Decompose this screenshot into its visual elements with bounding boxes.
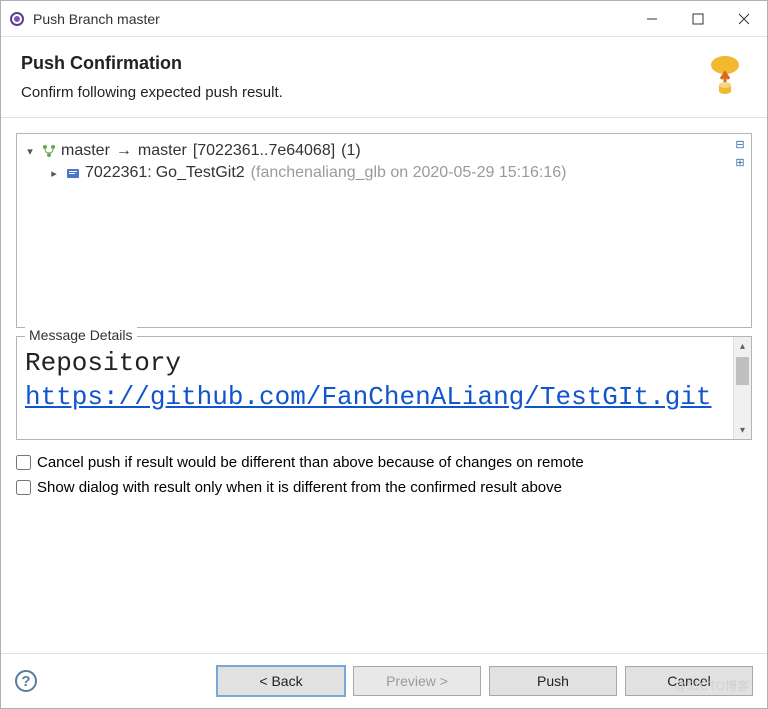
expander-collapsed-icon[interactable]: ▸ [47,166,61,180]
expand-all-icon[interactable]: ⊞ [733,156,747,170]
cancel-if-different-input[interactable] [16,455,31,470]
back-button[interactable]: < Back [217,666,345,696]
branch-icon [41,143,57,159]
arrow-icon: → [116,142,132,160]
show-dialog-input[interactable] [16,480,31,495]
cancel-if-different-label: Cancel push if result would be different… [37,454,584,471]
eclipse-icon [9,11,25,27]
dialog-header: Push Confirmation Confirm following expe… [1,37,767,118]
expander-expanded-icon[interactable]: ▾ [23,144,37,158]
preview-button: Preview > [353,666,481,696]
push-cloud-icon [699,51,747,102]
minimize-button[interactable] [629,3,675,35]
collapse-all-icon[interactable]: ⊟ [733,138,747,152]
branch-local: master [61,142,110,160]
scrollbar[interactable]: ▴ ▾ [733,337,751,439]
branch-remote: master [138,142,187,160]
message-details-label: Message Details [25,327,137,343]
commit-hash: 7022361: [85,164,152,182]
cancel-if-different-checkbox[interactable]: Cancel push if result would be different… [16,454,752,471]
help-icon[interactable]: ? [15,670,37,692]
scroll-up-icon[interactable]: ▴ [734,337,751,355]
message-details-text[interactable]: Repository https://github.com/FanChenALi… [17,337,733,439]
maximize-button[interactable] [675,3,721,35]
window-title: Push Branch master [33,11,629,27]
header-subtitle: Confirm following expected push result. [21,84,747,101]
tree-commit-row[interactable]: ▸ 7022361: Go_TestGit2 (fanchenaliang_gl… [45,162,747,184]
repository-url[interactable]: https://github.com/FanChenALiang/TestGIt… [25,382,712,412]
tree-branch-row[interactable]: ▾ master → master [7022361..7e64068] (1) [21,140,747,162]
message-details-group: Message Details Repository https://githu… [16,336,752,440]
commit-meta: (fanchenaliang_glb on 2020-05-29 15:16:1… [251,164,567,182]
commit-count: (1) [341,142,361,160]
commit-range: [7022361..7e64068] [193,142,335,160]
cancel-button[interactable]: Cancel [625,666,753,696]
push-result-tree[interactable]: ⊟ ⊞ ▾ master → master [7022361..7e64068]… [16,133,752,328]
close-button[interactable] [721,3,767,35]
window-controls [629,3,767,35]
commit-message: Go_TestGit2 [156,164,245,182]
commit-icon [65,165,81,181]
content-area: ⊟ ⊞ ▾ master → master [7022361..7e64068]… [1,118,767,653]
scroll-track[interactable] [734,355,751,421]
scroll-down-icon[interactable]: ▾ [734,421,751,439]
scroll-thumb[interactable] [736,357,749,385]
titlebar: Push Branch master [1,1,767,37]
header-title: Push Confirmation [21,53,747,74]
push-button[interactable]: Push [489,666,617,696]
msg-line1: Repository [25,347,725,381]
show-dialog-checkbox[interactable]: Show dialog with result only when it is … [16,479,752,496]
show-dialog-label: Show dialog with result only when it is … [37,479,562,496]
dialog-footer: ? < Back Preview > Push Cancel @51CTO博客 [1,653,767,708]
